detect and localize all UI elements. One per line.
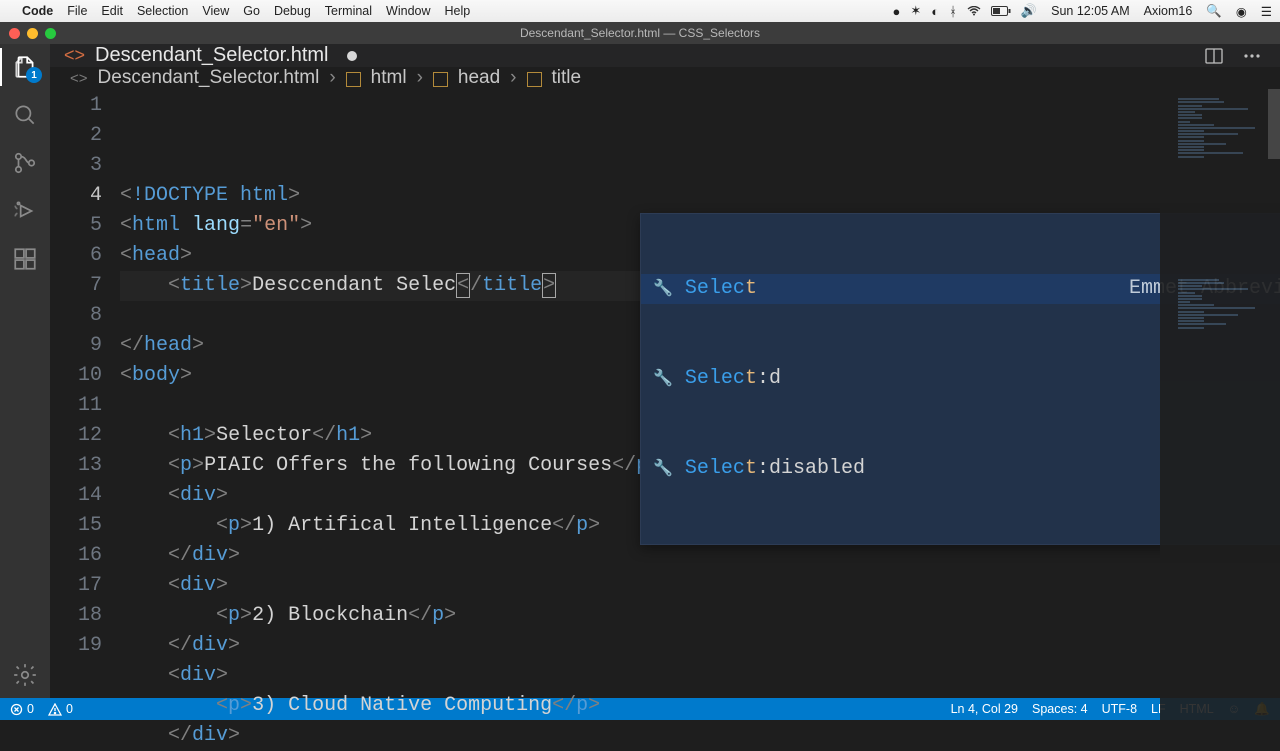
status-tray-icon[interactable]: ✶ [910, 3, 921, 19]
tab-label: Descendant_Selector.html [95, 44, 328, 67]
window-title: Descendant_Selector.html — CSS_Selectors [0, 26, 1280, 40]
macos-menubar: Code File Edit Selection View Go Debug T… [0, 0, 1280, 22]
chevron-right-icon: › [329, 67, 335, 89]
minimap[interactable] [1160, 89, 1280, 751]
editor-area: <> Descendant_Selector.html <> Descendan… [50, 44, 1280, 698]
chevron-right-icon: › [510, 67, 516, 89]
window-titlebar: Descendant_Selector.html — CSS_Selectors [0, 22, 1280, 44]
line-number-gutter: 12345678910111213141516171819 [50, 89, 120, 751]
bluetooth-icon[interactable]: ᚼ [949, 4, 957, 19]
menubar-app-name[interactable]: Code [22, 4, 53, 18]
breadcrumb-title[interactable]: title [552, 67, 582, 89]
breadcrumb-html[interactable]: html [371, 67, 407, 89]
activity-source-control[interactable] [12, 150, 38, 176]
code-content[interactable]: <!DOCTYPE html><html lang="en"><head> <t… [120, 89, 1280, 751]
menu-file[interactable]: File [67, 4, 87, 18]
scrollbar-thumb[interactable] [1268, 89, 1280, 159]
breadcrumb-file[interactable]: Descendant_Selector.html [98, 67, 320, 89]
breadcrumb-head[interactable]: head [458, 67, 500, 89]
menu-view[interactable]: View [202, 4, 229, 18]
more-actions-button[interactable] [1242, 46, 1262, 66]
menu-edit[interactable]: Edit [101, 4, 123, 18]
activity-extensions[interactable] [12, 246, 38, 272]
menubar-user[interactable]: Axiom16 [1144, 4, 1193, 18]
activity-explorer[interactable]: 1 [12, 54, 38, 80]
menu-debug[interactable]: Debug [274, 4, 311, 18]
explorer-badge: 1 [26, 67, 42, 83]
breadcrumbs[interactable]: <> Descendant_Selector.html › html › hea… [50, 67, 1280, 89]
editor-tabs: <> Descendant_Selector.html [50, 44, 1280, 67]
status-tray-icon[interactable]: ◐ [931, 4, 939, 19]
wrench-icon: 🔧 [653, 454, 673, 484]
split-editor-button[interactable] [1204, 46, 1224, 66]
file-html-icon: <> [70, 70, 88, 87]
wifi-icon[interactable] [967, 6, 981, 16]
tab-descendant-selector[interactable]: <> Descendant_Selector.html [64, 44, 357, 67]
siri-icon[interactable]: ◉ [1236, 4, 1247, 19]
code-editor[interactable]: 12345678910111213141516171819 <!DOCTYPE … [50, 89, 1280, 751]
notification-center-icon[interactable]: ☰ [1261, 4, 1272, 19]
symbol-icon [527, 72, 542, 87]
spotlight-icon[interactable]: 🔍 [1206, 4, 1222, 19]
activity-debug[interactable] [12, 198, 38, 224]
unsaved-indicator-icon [347, 51, 357, 61]
wrench-icon: 🔧 [653, 364, 673, 394]
menu-go[interactable]: Go [243, 4, 260, 18]
menu-selection[interactable]: Selection [137, 4, 188, 18]
file-html-icon: <> [64, 45, 85, 66]
menubar-clock[interactable]: Sun 12:05 AM [1051, 4, 1130, 18]
chevron-right-icon: › [417, 67, 423, 89]
activity-search[interactable] [12, 102, 38, 128]
menu-help[interactable]: Help [445, 4, 471, 18]
activity-settings[interactable] [12, 662, 38, 688]
workbench: 1 <> Descendant_Selector.htm [0, 44, 1280, 698]
menu-window[interactable]: Window [386, 4, 430, 18]
volume-icon[interactable]: 🔊 [1021, 3, 1037, 19]
battery-icon[interactable] [991, 6, 1011, 16]
wrench-icon: 🔧 [653, 274, 673, 304]
symbol-icon [433, 72, 448, 87]
symbol-icon [346, 72, 361, 87]
menu-terminal[interactable]: Terminal [325, 4, 372, 18]
status-tray-icon[interactable]: ● [892, 4, 900, 19]
status-errors[interactable]: 0 [10, 702, 34, 716]
activity-bar: 1 [0, 44, 50, 698]
